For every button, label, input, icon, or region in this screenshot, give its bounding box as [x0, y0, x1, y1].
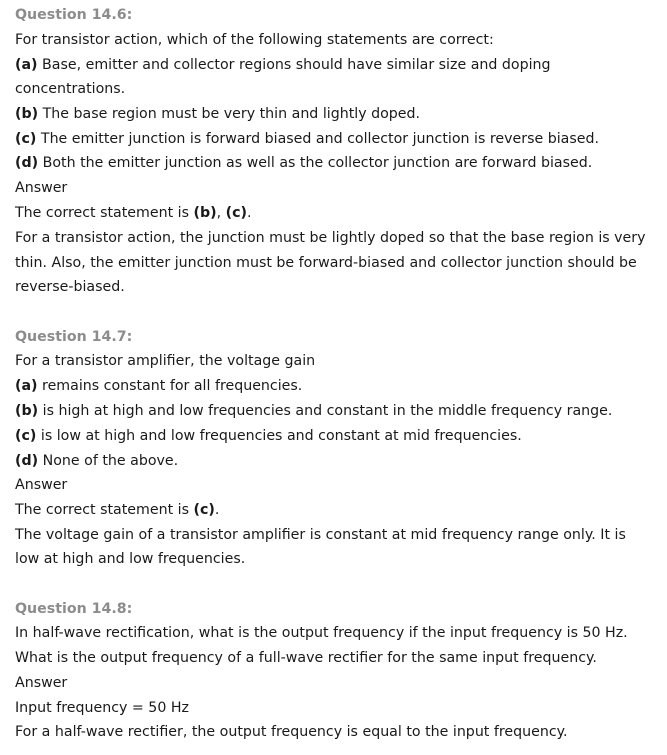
explanation-line: Input frequency = 50 Hz — [15, 700, 189, 716]
explanation-line: reverse-biased. — [15, 279, 125, 295]
option-label: (b) — [15, 106, 39, 122]
question-heading: Question 14.8: — [15, 601, 133, 617]
correct-value: (b) — [193, 205, 217, 221]
option-label: (d) — [15, 155, 39, 171]
question-text: What is the output frequency of a full-w… — [15, 650, 597, 666]
option-text: remains constant for all frequencies. — [37, 378, 303, 394]
explanation-line: For a half-wave rectifier, the output fr… — [15, 724, 568, 740]
answer-label: Answer — [15, 477, 68, 493]
explanation-line: The voltage gain of a transistor amplifi… — [15, 527, 626, 543]
correct-statement: The correct statement is (b), (c). — [15, 203, 252, 223]
correct-prefix: The correct statement is — [15, 205, 194, 221]
option-text: is high at high and low frequencies and … — [38, 403, 613, 419]
correct-value: (c) — [193, 502, 215, 518]
option-label: (a) — [15, 57, 38, 73]
correct-separator: , — [216, 205, 226, 221]
option-label: (c) — [15, 131, 37, 147]
question-text: For a transistor amplifier, the voltage … — [15, 353, 316, 369]
option-d: (d) Both the emitter junction as well as… — [15, 153, 592, 173]
option-label: (d) — [15, 453, 39, 469]
option-text: None of the above. — [38, 453, 179, 469]
explanation-line: For a transistor action, the junction mu… — [15, 230, 646, 246]
option-a: (a) Base, emitter and collector regions … — [15, 55, 551, 75]
option-a: (a) remains constant for all frequencies… — [15, 376, 302, 396]
option-label: (b) — [15, 403, 39, 419]
option-b: (b) is high at high and low frequencies … — [15, 401, 612, 421]
answer-label: Answer — [15, 180, 68, 196]
option-text: Both the emitter junction as well as the… — [38, 155, 593, 171]
option-c: (c) The emitter junction is forward bias… — [15, 129, 599, 149]
answer-label: Answer — [15, 675, 68, 691]
option-text: is low at high and low frequencies and c… — [36, 428, 522, 444]
question-text: For transistor action, which of the foll… — [15, 32, 494, 48]
option-c: (c) is low at high and low frequencies a… — [15, 426, 522, 446]
option-text: The base region must be very thin and li… — [38, 106, 421, 122]
correct-value: (c) — [225, 205, 248, 221]
correct-suffix: . — [247, 205, 252, 221]
option-d: (d) None of the above. — [15, 451, 178, 471]
explanation-line: low at high and low frequencies. — [15, 551, 246, 567]
correct-suffix: . — [214, 502, 220, 518]
question-heading: Question 14.7: — [15, 329, 133, 345]
option-text: The emitter junction is forward biased a… — [36, 131, 599, 147]
question-text: In half-wave rectification, what is the … — [15, 625, 628, 641]
option-a-continuation: concentrations. — [15, 81, 126, 97]
correct-statement: The correct statement is (c). — [15, 500, 219, 520]
correct-prefix: The correct statement is — [15, 502, 194, 518]
option-label: (a) — [15, 378, 38, 394]
explanation-line: thin. Also, the emitter junction must be… — [15, 255, 637, 271]
question-heading: Question 14.6: — [15, 7, 133, 23]
option-text: Base, emitter and collector regions shou… — [37, 57, 551, 73]
option-label: (c) — [15, 428, 37, 444]
option-b: (b) The base region must be very thin an… — [15, 104, 420, 124]
